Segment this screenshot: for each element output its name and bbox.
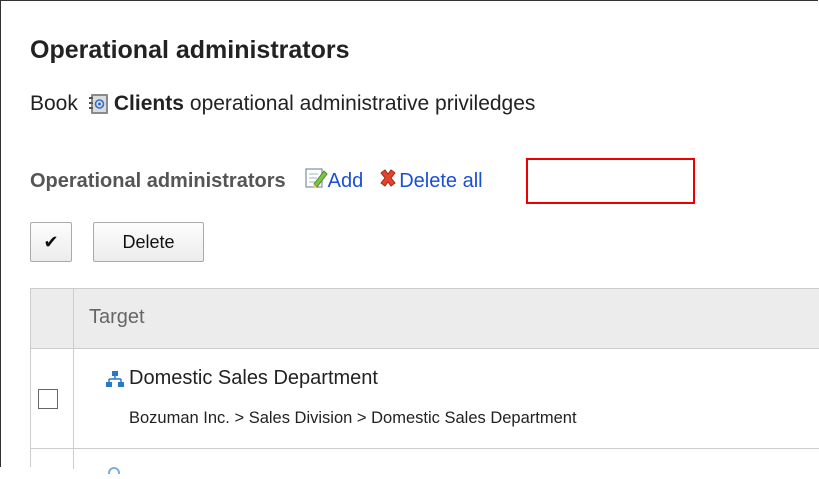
row-path: Bozuman Inc. > Sales Division > Domestic… [129,409,577,427]
org-chart-icon [105,370,125,388]
add-link-label[interactable]: Add [328,170,364,193]
book-prefix: Book [30,92,78,115]
page-title: Operational administrators [30,36,350,64]
book-name: Clients [113,92,184,115]
page-subtitle: Book Clients operational administrative … [30,92,535,116]
header-check-cell [31,289,74,348]
delete-x-icon [377,167,399,195]
row-check-cell [31,349,74,448]
row-checkbox[interactable] [38,389,58,409]
row-name-label: Domestic Sales Department [129,367,378,389]
section-title: Operational administrators [30,169,286,192]
address-book-icon [88,93,110,115]
section-header: Operational administrators Add Delete al… [30,166,483,196]
table-header: Target [31,289,819,349]
book-suffix: operational administrative priviledges [189,92,536,115]
edit-icon [304,166,328,196]
delete-all-link[interactable]: Delete all [377,167,483,195]
row-name: Domestic Sales Department [105,367,378,390]
next-row-check-cell [31,449,74,469]
administrators-table: Target Domestic Sales Department Bozuman… [30,288,819,479]
table-row: Domestic Sales Department Bozuman Inc. >… [31,349,819,449]
highlight-box [526,158,695,204]
delete-button[interactable]: Delete [93,222,204,262]
delete-all-label[interactable]: Delete all [399,170,482,193]
next-row-icon [107,461,121,479]
check-all-button[interactable]: ✔ [30,222,72,262]
add-link[interactable]: Add [304,166,364,196]
column-header-target: Target [89,306,145,328]
